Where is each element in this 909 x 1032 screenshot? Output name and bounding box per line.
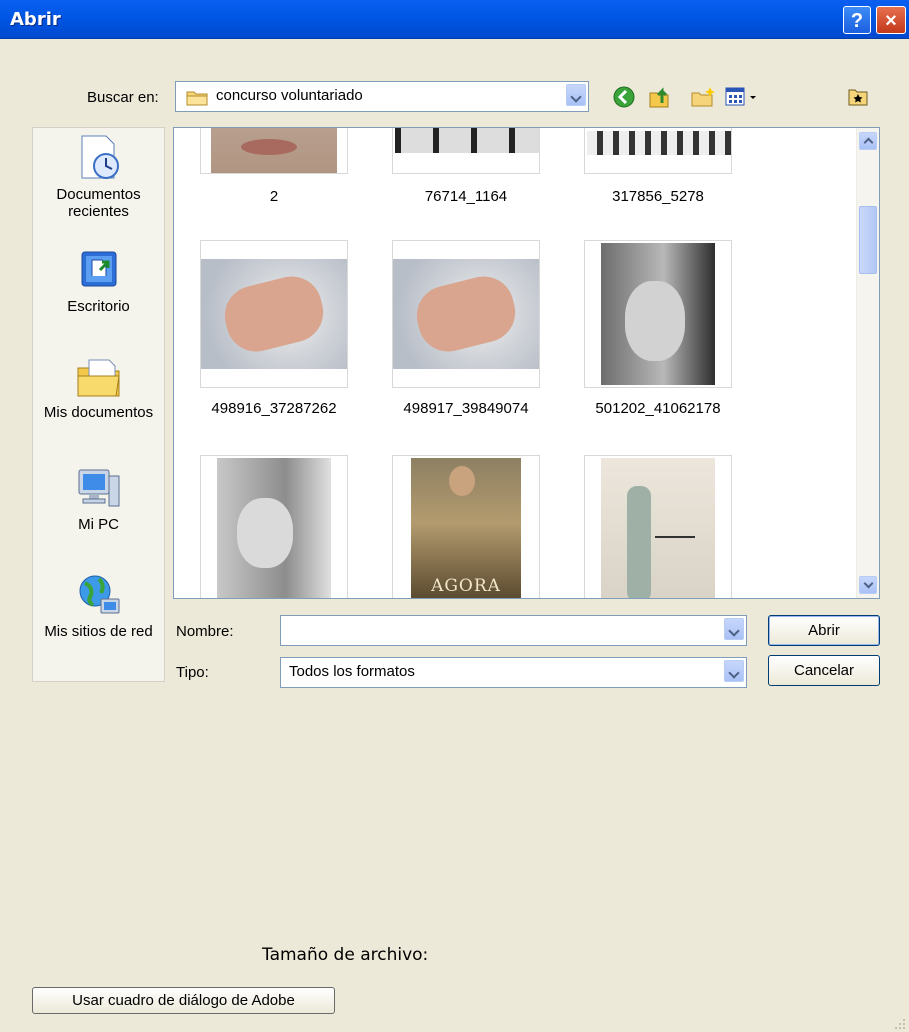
my-computer-icon xyxy=(78,469,119,507)
place-label: Mis documentos xyxy=(43,404,154,421)
file-thumbnail[interactable] xyxy=(200,240,348,388)
file-name[interactable]: 76714_1164 xyxy=(376,188,556,205)
file-name[interactable]: 317856_5278 xyxy=(568,188,748,205)
file-thumbnail[interactable] xyxy=(392,240,540,388)
scroll-thumb[interactable] xyxy=(859,206,877,274)
recent-documents-icon xyxy=(81,135,119,179)
up-folder-icon[interactable] xyxy=(647,85,671,109)
file-name[interactable]: 2 xyxy=(184,188,364,205)
resize-grip-icon[interactable] xyxy=(893,1017,907,1031)
help-button[interactable]: ? xyxy=(843,6,871,34)
file-list[interactable]: 2 76714_1164 317856_5278 498916_37287262… xyxy=(173,127,880,599)
scroll-up-button[interactable] xyxy=(859,132,877,150)
chevron-down-icon[interactable] xyxy=(566,84,586,106)
vertical-scrollbar[interactable] xyxy=(856,128,879,598)
file-thumbnail[interactable] xyxy=(392,128,540,174)
place-recent-documents[interactable]: Documentos recientes xyxy=(33,134,164,220)
desktop-icon xyxy=(81,251,116,287)
file-thumbnail[interactable] xyxy=(584,128,732,174)
place-network[interactable]: Mis sitios de red xyxy=(33,571,164,640)
favorite-folder-icon[interactable] xyxy=(847,85,869,107)
close-button[interactable]: × xyxy=(876,6,906,34)
network-places-icon xyxy=(79,575,119,614)
my-documents-icon xyxy=(77,359,120,397)
scroll-down-button[interactable] xyxy=(859,576,877,594)
new-folder-icon[interactable] xyxy=(690,85,716,109)
place-label: Documentos recientes xyxy=(56,186,141,220)
file-size-label: Tamaño de archivo: xyxy=(262,945,429,965)
filename-label: Nombre: xyxy=(176,623,234,640)
file-name[interactable]: 501202_41062178 xyxy=(568,400,748,417)
cancel-button[interactable]: Cancelar xyxy=(768,655,880,686)
use-adobe-dialog-button[interactable]: Usar cuadro de diálogo de Adobe xyxy=(32,987,335,1014)
open-button[interactable]: Abrir xyxy=(768,615,880,646)
look-in-value: concurso voluntariado xyxy=(216,87,363,104)
filetype-value: Todos los formatos xyxy=(289,663,415,680)
poster-title: AGORA xyxy=(431,576,501,596)
file-name[interactable]: 498917_39849074 xyxy=(376,400,556,417)
file-thumbnail[interactable] xyxy=(200,128,348,174)
file-thumbnail[interactable] xyxy=(584,240,732,388)
window-title: Abrir xyxy=(10,9,61,30)
look-in-dropdown[interactable]: concurso voluntariado xyxy=(175,81,589,112)
title-bar[interactable]: Abrir ? × xyxy=(0,0,909,39)
filetype-label: Tipo: xyxy=(176,664,209,681)
file-thumbnail[interactable] xyxy=(200,455,348,598)
file-name[interactable]: 498916_37287262 xyxy=(184,400,364,417)
look-in-label: Buscar en: xyxy=(87,89,159,106)
file-thumbnail[interactable]: AGORA xyxy=(392,455,540,598)
chevron-down-icon[interactable] xyxy=(724,660,744,682)
chevron-down-icon[interactable] xyxy=(724,618,744,640)
place-label: Mis sitios de red xyxy=(44,623,153,640)
place-my-documents[interactable]: Mis documentos xyxy=(33,354,164,421)
file-thumbnail[interactable] xyxy=(584,455,732,598)
place-my-computer[interactable]: Mi PC xyxy=(33,466,164,533)
back-icon[interactable] xyxy=(612,85,636,109)
places-bar: Documentos recientes Escritorio Mis docu… xyxy=(32,127,165,682)
place-desktop[interactable]: Escritorio xyxy=(33,248,164,315)
place-label: Escritorio xyxy=(67,298,130,315)
folder-icon xyxy=(186,91,208,106)
filetype-dropdown[interactable]: Todos los formatos xyxy=(280,657,747,688)
view-menu-icon[interactable] xyxy=(724,85,762,109)
filename-input[interactable] xyxy=(280,615,747,646)
place-label: Mi PC xyxy=(78,516,119,533)
